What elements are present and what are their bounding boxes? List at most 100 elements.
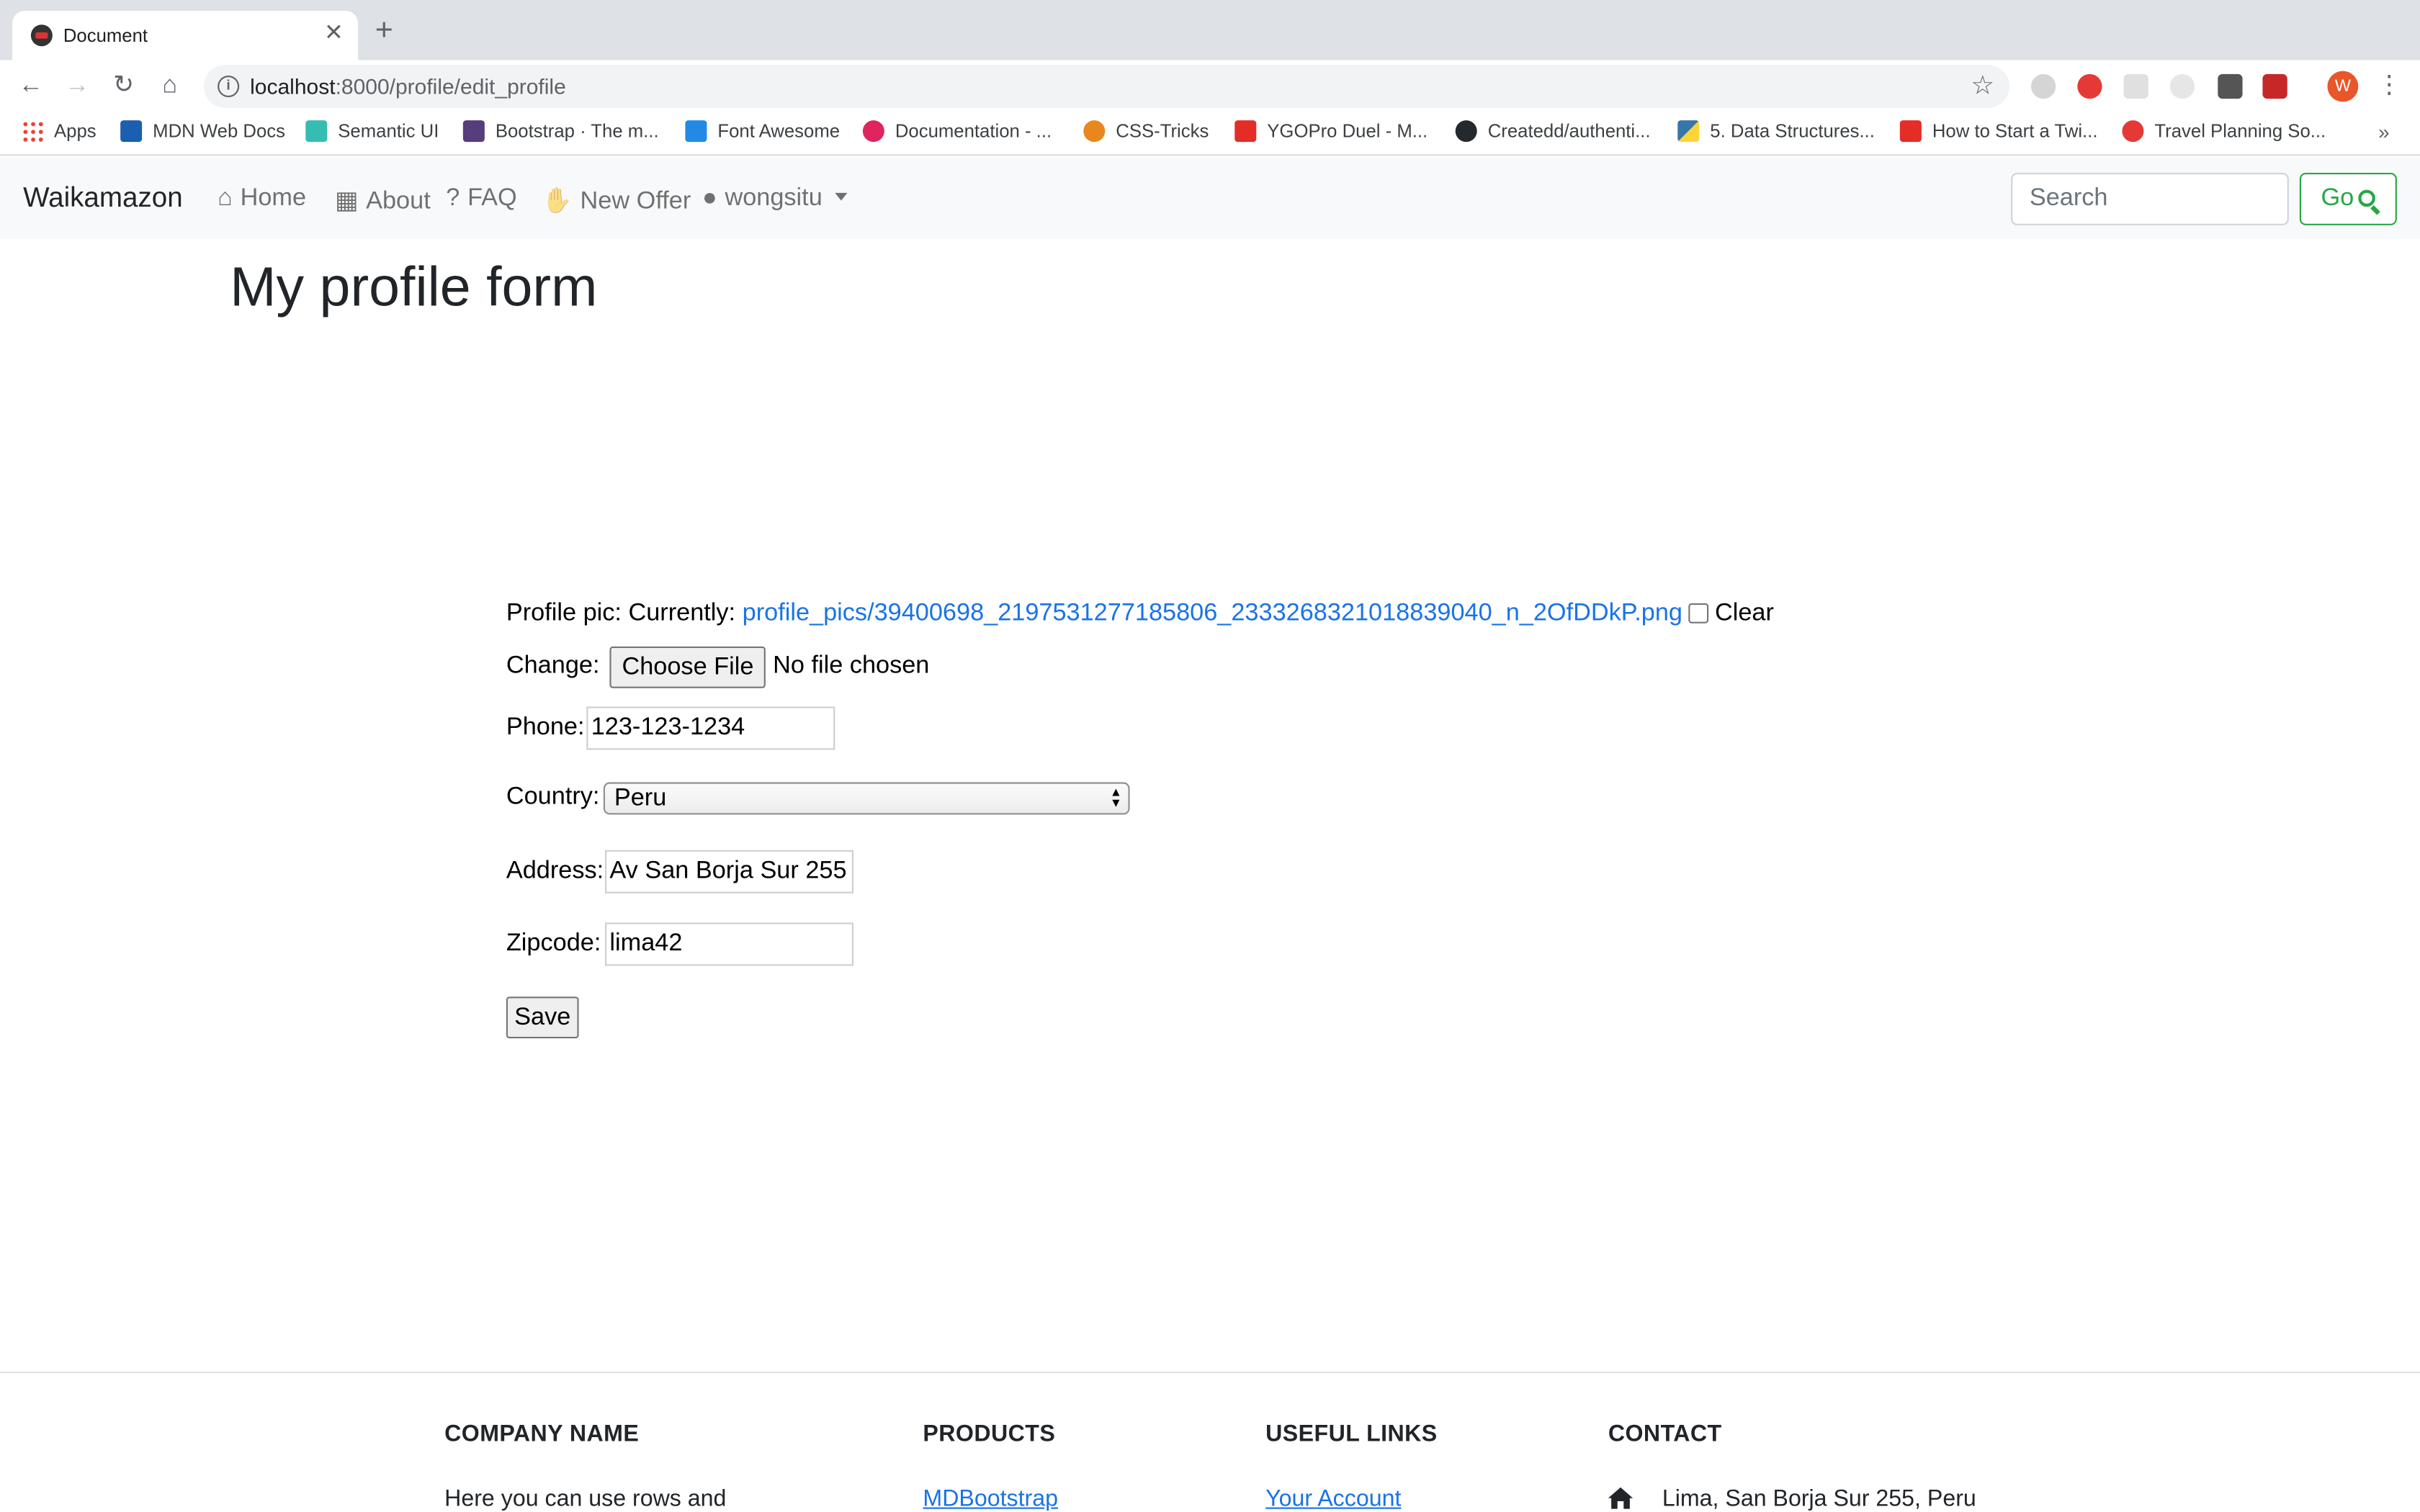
currently-label: Currently: bbox=[628, 600, 736, 626]
bookmark-label: Createdd/authenti... bbox=[1487, 120, 1651, 143]
bookmark-label: Semantic UI bbox=[338, 120, 439, 143]
bookmark-label: Apps bbox=[54, 120, 97, 143]
phone-label: Phone: bbox=[506, 714, 585, 741]
browser-tab-bar: Document ✕ + bbox=[0, 0, 2420, 60]
change-file-row: Change: Choose File No file chosen bbox=[506, 646, 930, 688]
nav-username: wongsitu bbox=[725, 185, 823, 212]
home-icon: ⌂ bbox=[218, 185, 233, 212]
bookmark-github[interactable]: Createdd/authenti... bbox=[1455, 120, 1651, 148]
home-icon bbox=[1608, 1487, 1634, 1509]
user-icon: ● bbox=[702, 185, 717, 212]
products-link[interactable]: MDBootstrap bbox=[923, 1486, 1058, 1512]
bookmark-font-awesome[interactable]: Font Awesome bbox=[685, 120, 840, 148]
nav-home[interactable]: ⌂ Home bbox=[218, 185, 306, 213]
extension-5-icon[interactable] bbox=[2218, 73, 2243, 99]
url-text[interactable]: localhost:8000/profile/edit_profile bbox=[250, 74, 566, 99]
contact-address: Lima, San Borja Sur 255, Peru bbox=[1662, 1485, 1976, 1512]
browser-tab[interactable]: Document ✕ bbox=[12, 11, 359, 60]
no-file-text: No file chosen bbox=[773, 652, 930, 679]
nav-home-label: Home bbox=[240, 185, 307, 212]
search-icon bbox=[2358, 189, 2376, 207]
bookmark-documentation[interactable]: Documentation - ... bbox=[862, 120, 1052, 148]
clear-checkbox[interactable] bbox=[1688, 603, 1709, 624]
bookmark-label: Bootstrap · The m... bbox=[495, 120, 659, 143]
profile-avatar[interactable]: W bbox=[2327, 71, 2359, 102]
nav-about-label: About bbox=[366, 188, 431, 215]
go-button[interactable]: Go bbox=[2299, 173, 2397, 225]
zipcode-row: Zipcode: bbox=[506, 930, 601, 958]
nav-about[interactable]: ▦ About bbox=[335, 185, 431, 216]
zipcode-label: Zipcode: bbox=[506, 930, 601, 957]
bookmark-ygopro[interactable]: YGOPro Duel - M... bbox=[1234, 120, 1428, 148]
cors-extension-icon[interactable] bbox=[2262, 73, 2287, 99]
zipcode-field[interactable] bbox=[605, 922, 853, 966]
browser-menu-icon[interactable]: ⋮ bbox=[2377, 69, 2401, 100]
browser-toolbar: ← → ↻ ⌂ i localhost:8000/profile/edit_pr… bbox=[0, 60, 2420, 113]
products-heading: PRODUCTS bbox=[923, 1421, 1056, 1447]
brand-logo[interactable]: Waikamazon bbox=[23, 182, 183, 215]
country-select[interactable]: Peru ▲ ▼ bbox=[603, 782, 1130, 815]
phone-field[interactable] bbox=[586, 706, 835, 750]
forward-icon[interactable]: → bbox=[60, 69, 94, 103]
useful-links-heading: USEFUL LINKS bbox=[1265, 1421, 1438, 1447]
bookmark-twitch[interactable]: How to Start a Twi... bbox=[1899, 120, 2097, 148]
search-input[interactable] bbox=[2011, 173, 2289, 225]
bookmark-semantic-ui[interactable]: Semantic UI bbox=[305, 120, 439, 148]
nav-new-offer-label: New Offer bbox=[580, 188, 691, 215]
extension-3-icon[interactable] bbox=[2123, 73, 2148, 99]
mdn-icon bbox=[120, 120, 143, 143]
your-account-link[interactable]: Your Account bbox=[1265, 1486, 1401, 1512]
nav-faq-label: FAQ bbox=[467, 185, 517, 212]
bookmark-label: MDN Web Docs bbox=[153, 120, 285, 143]
company-text: Here you can use rows and bbox=[444, 1485, 727, 1512]
bookmark-label: Font Awesome bbox=[717, 120, 841, 143]
go-label: Go bbox=[2321, 185, 2354, 212]
contact-heading: CONTACT bbox=[1608, 1421, 1722, 1447]
bookmark-travel[interactable]: Travel Planning So... bbox=[2122, 120, 2326, 148]
address-row: Address: bbox=[506, 858, 604, 886]
address-field[interactable] bbox=[605, 850, 853, 894]
python-icon bbox=[1677, 120, 1700, 143]
country-label: Country: bbox=[506, 783, 600, 810]
question-circle-icon: ? bbox=[446, 185, 460, 212]
url-path: :8000/profile/edit_profile bbox=[335, 73, 566, 99]
clear-label: Clear bbox=[1714, 600, 1774, 626]
extension-2-icon[interactable] bbox=[2077, 73, 2102, 99]
page-title: My profile form bbox=[230, 254, 598, 318]
site-info-icon[interactable]: i bbox=[218, 76, 240, 97]
more-bookmarks-icon[interactable]: » bbox=[2378, 120, 2390, 143]
bookmark-mdn[interactable]: MDN Web Docs bbox=[120, 120, 285, 148]
youtube-icon bbox=[1234, 120, 1257, 143]
bookmark-apps[interactable]: Apps bbox=[22, 120, 97, 148]
profile-pic-row: Profile pic: Currently: profile_pics/394… bbox=[506, 600, 1774, 629]
back-icon[interactable]: ← bbox=[14, 69, 48, 103]
tab-favicon-icon bbox=[30, 24, 53, 47]
reload-icon[interactable]: ↻ bbox=[107, 69, 140, 103]
bookmark-label: 5. Data Structures... bbox=[1710, 120, 1875, 143]
choose-file-button[interactable]: Choose File bbox=[609, 646, 766, 688]
nav-faq[interactable]: ? FAQ bbox=[446, 185, 516, 213]
bookmark-css-tricks[interactable]: CSS-Tricks bbox=[1083, 120, 1209, 148]
extension-1-icon[interactable] bbox=[2031, 73, 2056, 99]
bookmark-bootstrap[interactable]: Bootstrap · The m... bbox=[462, 120, 659, 148]
profile-pic-link[interactable]: profile_pics/39400698_2197531277185806_2… bbox=[743, 600, 1682, 626]
profile-pic-label: Profile pic: bbox=[506, 600, 622, 626]
extension-4-icon[interactable] bbox=[2169, 73, 2195, 99]
nav-new-offer[interactable]: ✋ New Offer bbox=[542, 185, 691, 216]
address-label: Address: bbox=[506, 858, 604, 884]
country-selected-value: Peru bbox=[614, 785, 667, 812]
nav-user-dropdown[interactable]: ● wongsitu bbox=[702, 185, 848, 213]
youtube-icon bbox=[1899, 120, 1922, 143]
address-bar[interactable]: i localhost:8000/profile/edit_profile ☆ bbox=[203, 65, 2009, 108]
save-button[interactable]: Save bbox=[506, 996, 579, 1039]
bookmark-label: CSS-Tricks bbox=[1116, 120, 1209, 143]
site-navbar: Waikamazon ⌂ Home ▦ About ? FAQ ✋ New Offer … bbox=[0, 157, 2420, 240]
travel-icon bbox=[2122, 120, 2144, 143]
font-awesome-flag-icon bbox=[685, 120, 707, 143]
new-tab-icon[interactable]: + bbox=[375, 15, 393, 46]
bookmark-python[interactable]: 5. Data Structures... bbox=[1677, 120, 1875, 148]
semantic-ui-icon bbox=[305, 120, 328, 143]
close-tab-icon[interactable]: ✕ bbox=[324, 19, 344, 50]
home-icon[interactable]: ⌂ bbox=[153, 69, 187, 103]
bookmark-star-icon[interactable]: ☆ bbox=[1971, 71, 1994, 102]
